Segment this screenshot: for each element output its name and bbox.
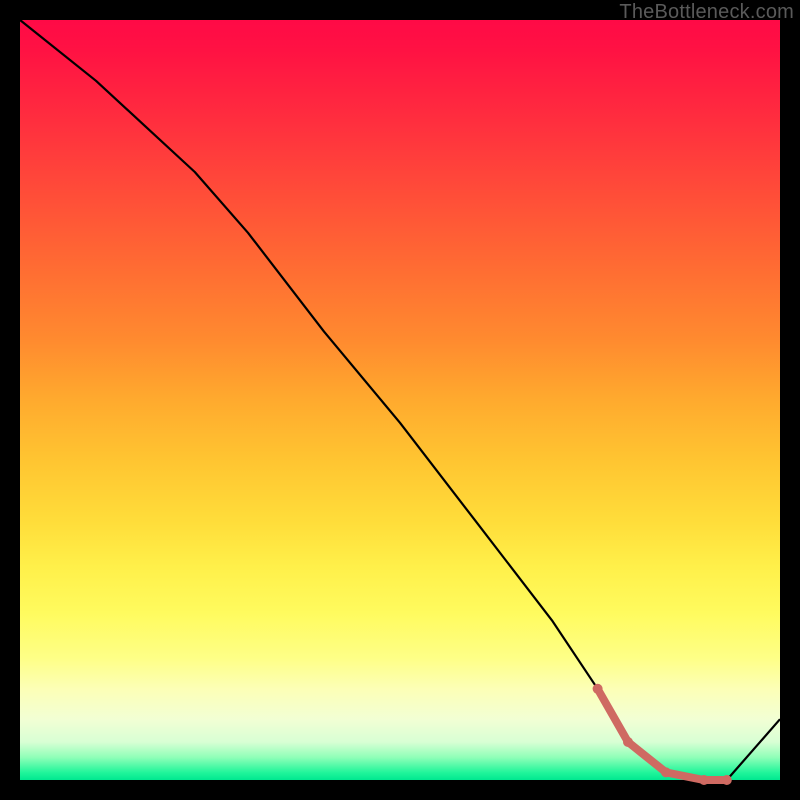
bottleneck-curve-line	[20, 20, 780, 780]
chart-overlay	[20, 20, 780, 780]
highlight-dot	[699, 775, 709, 785]
highlight-dot	[623, 737, 633, 747]
optimal-region-dots	[593, 684, 732, 785]
highlight-dot	[722, 775, 732, 785]
highlight-dot	[593, 684, 603, 694]
plot-area	[20, 20, 780, 780]
highlight-dot	[661, 767, 671, 777]
optimal-region-highlight	[598, 689, 727, 780]
chart-frame: TheBottleneck.com	[0, 0, 800, 800]
